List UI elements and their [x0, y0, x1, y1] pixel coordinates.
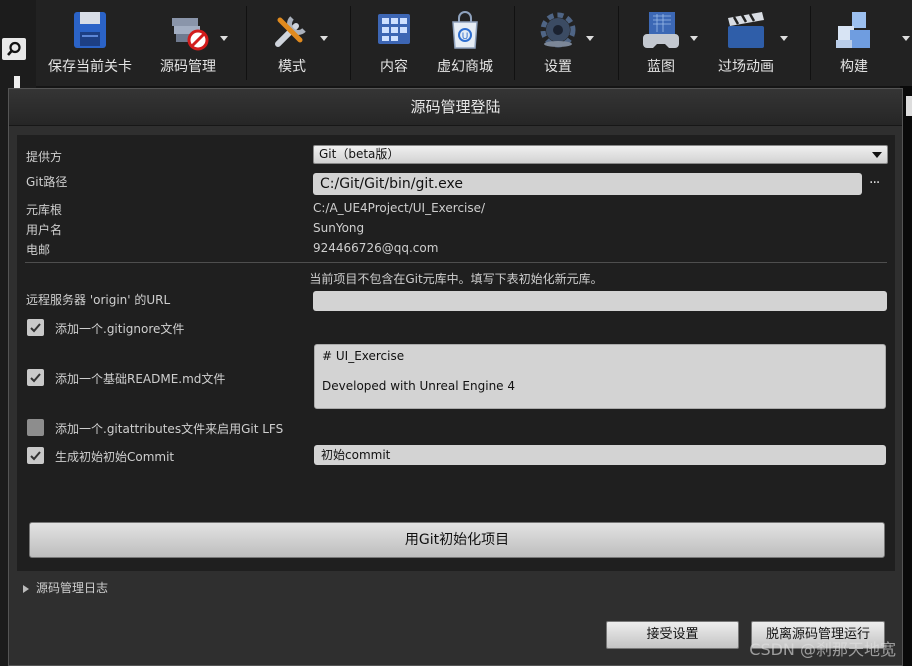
chevron-down-icon	[220, 36, 228, 41]
toolbar-separator	[246, 6, 247, 80]
git-path-input[interactable]: C:/Git/Git/bin/git.exe	[313, 173, 862, 195]
readme-label: 添加一个基础README.md文件	[55, 372, 226, 386]
expand-arrow-icon	[23, 584, 29, 593]
email-value: 924466726@qq.com	[313, 241, 439, 255]
info-message: 当前项目不包含在Git元库中。填写下表初始化新元库。	[309, 272, 603, 286]
svg-text:U: U	[462, 32, 469, 42]
toolbar-separator	[618, 6, 619, 80]
watermark: CSDN @刹那天地宽	[749, 640, 896, 659]
toolbar-marketplace-label: 虚幻商城	[437, 59, 493, 75]
toolbar-settings-label: 设置	[544, 59, 572, 75]
repo-root-value: C:/A_UE4Project/UI_Exercise/	[313, 201, 486, 215]
readme-checkbox[interactable]	[27, 369, 44, 386]
initial-commit-label: 生成初始初始Commit	[55, 450, 175, 464]
checkmark-icon	[30, 323, 41, 333]
checkmark-icon	[30, 451, 41, 461]
marketplace-icon: U	[452, 11, 478, 49]
email-label: 电邮	[26, 243, 51, 257]
toolbar-cinematics-label: 过场动画	[718, 59, 774, 75]
modes-icon	[275, 16, 306, 47]
settings-panel: 提供方 Git（beta版） Git路径 C:/Git/Git/bin/git.…	[17, 135, 895, 571]
toolbar-modes[interactable]: 模式	[248, 0, 336, 82]
section-divider	[25, 262, 887, 263]
provider-dropdown-value: Git（beta版）	[319, 147, 400, 161]
repo-root-label: 元库根	[26, 203, 63, 217]
build-icon	[836, 12, 870, 48]
content-icon	[378, 14, 410, 44]
toolbar-settings[interactable]: 设置	[516, 0, 600, 82]
search-button[interactable]	[2, 38, 26, 60]
accept-settings-button[interactable]: 接受设置	[606, 621, 739, 649]
provider-dropdown[interactable]: Git（beta版）	[313, 145, 888, 164]
toolbar-source-control-label: 源码管理	[160, 59, 216, 75]
toolbar-separator	[350, 6, 351, 80]
toolbar-blueprints[interactable]: 蓝图	[620, 0, 702, 82]
dropdown-arrow-icon	[872, 152, 882, 158]
init-git-project-button[interactable]: 用Git初始化项目	[29, 522, 885, 558]
commit-message-input[interactable]: 初始commit	[314, 445, 886, 465]
user-name-label: 用户名	[26, 223, 63, 237]
main-toolbar: 保存当前关卡 源码管理 模式 内容 U 虚幻商城 设置 蓝图 过场动画 构建	[0, 0, 912, 86]
chevron-down-icon	[902, 36, 910, 41]
toolbar-save-level-label: 保存当前关卡	[48, 59, 132, 75]
toolbar-blueprints-label: 蓝图	[647, 59, 675, 75]
chevron-down-icon	[780, 36, 788, 41]
toolbar-build-label: 构建	[840, 59, 868, 75]
blueprint-icon	[643, 12, 679, 48]
toolbar-source-control[interactable]: 源码管理	[140, 0, 236, 82]
cinematics-icon	[728, 12, 764, 48]
gitattributes-checkbox[interactable]	[27, 419, 44, 436]
toolbar-separator	[810, 6, 811, 80]
readme-line-2: Developed with Unreal Engine 4	[322, 379, 516, 393]
source-control-login-dialog: 源码管理登陆 提供方 Git（beta版） Git路径 C:/Git/Git/b…	[8, 88, 903, 666]
toolbar-separator	[514, 6, 515, 80]
readme-content-textarea[interactable]: # UI_Exercise Developed with Unreal Engi…	[314, 344, 886, 409]
readme-line-1: # UI_Exercise	[322, 349, 405, 363]
chevron-down-icon	[690, 36, 698, 41]
gitignore-label: 添加一个.gitignore文件	[55, 322, 185, 336]
toolbar-modes-label: 模式	[278, 59, 306, 75]
remote-url-input[interactable]	[313, 291, 887, 311]
chevron-down-icon	[586, 36, 594, 41]
gitignore-checkbox[interactable]	[27, 319, 44, 336]
chevron-down-icon	[320, 36, 328, 41]
gitattributes-label: 添加一个.gitattributes文件来启用Git LFS	[55, 422, 284, 436]
git-path-label: Git路径	[26, 175, 68, 189]
user-name-value: SunYong	[313, 221, 365, 235]
source-control-icon	[172, 18, 209, 51]
right-edge-tab[interactable]	[906, 96, 912, 116]
dialog-title: 源码管理登陆	[9, 89, 902, 126]
browse-button[interactable]: ···	[869, 175, 880, 191]
toolbar-save-level[interactable]: 保存当前关卡	[40, 0, 140, 82]
source-control-log-label: 源码管理日志	[36, 581, 109, 595]
save-icon	[74, 12, 106, 48]
source-control-log-toggle[interactable]: 源码管理日志	[23, 579, 108, 596]
initial-commit-checkbox[interactable]	[27, 447, 44, 464]
search-icon	[7, 41, 21, 56]
toolbar-cinematics[interactable]: 过场动画	[700, 0, 792, 82]
provider-label: 提供方	[26, 150, 63, 164]
remote-url-label: 远程服务器 'origin' 的URL	[26, 293, 171, 307]
toolbar-marketplace[interactable]: U 虚幻商城	[420, 0, 510, 82]
toolbar-build[interactable]: 构建	[812, 0, 910, 82]
checkmark-icon	[30, 373, 41, 383]
settings-icon	[540, 12, 576, 48]
